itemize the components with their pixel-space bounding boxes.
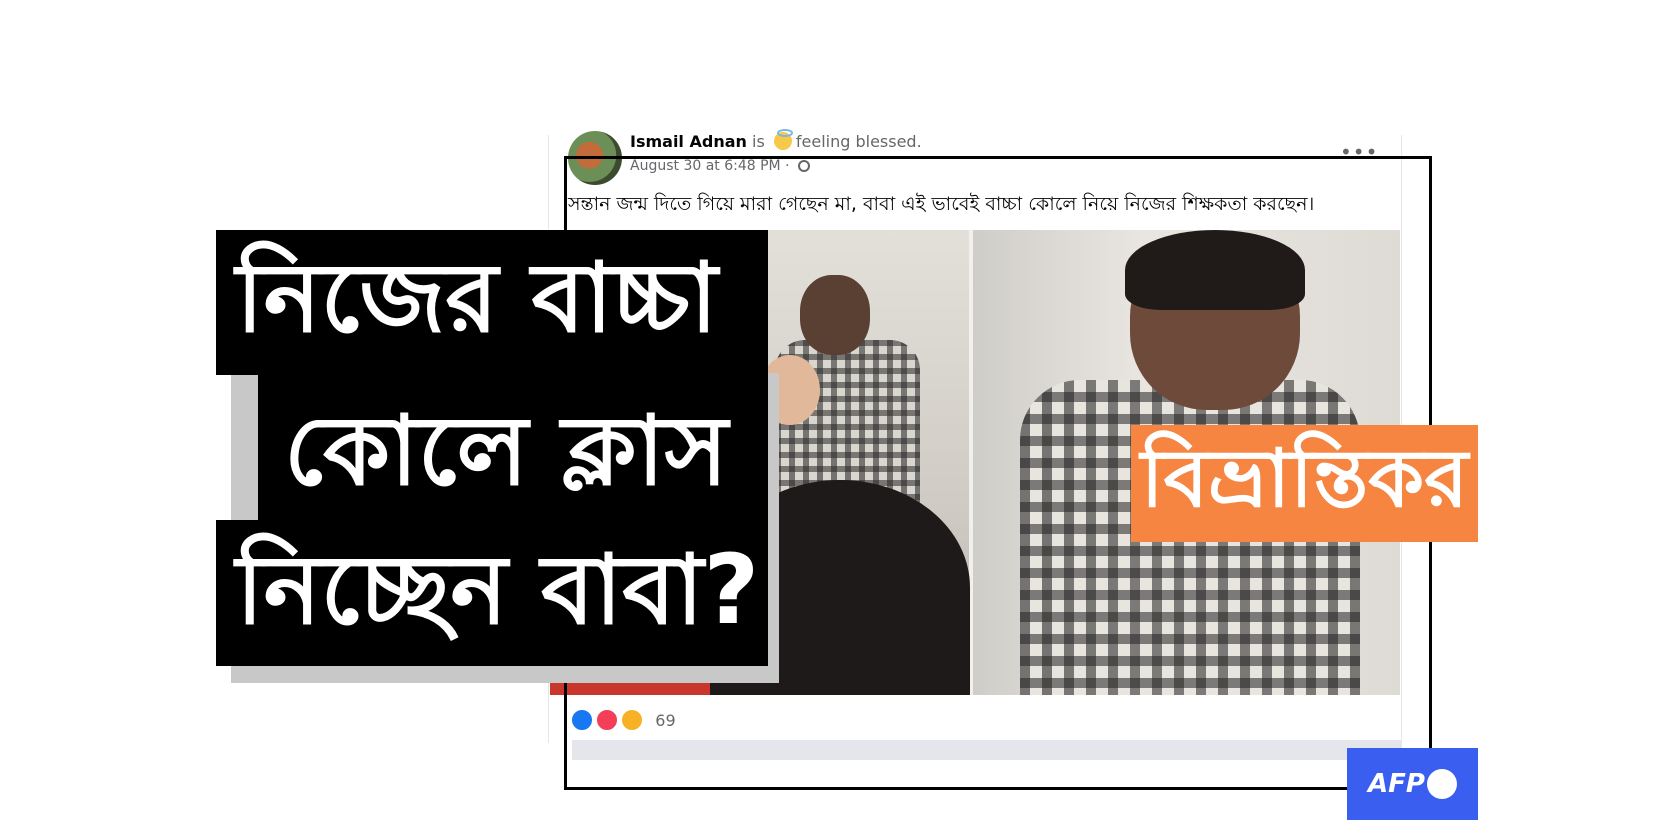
feeling-text: feeling blessed. [795, 132, 922, 151]
headline-line-2: কোলে ক্লাস [284, 395, 728, 507]
afp-logo-dot [1426, 769, 1457, 799]
post-text: সন্তান জন্ম দিতে গিয়ে মারা গেছেন মা, বা… [568, 193, 1315, 215]
man-right-hair [1125, 230, 1305, 310]
reactions-bar[interactable]: 69 [570, 708, 676, 732]
reaction-count: 69 [655, 710, 676, 730]
more-icon[interactable]: ••• [1340, 140, 1378, 164]
author-is-text: is [752, 132, 765, 151]
post-timestamp[interactable]: August 30 at 6:48 PM · [630, 158, 790, 174]
headline-line-1: নিজের বাচ্চা [236, 242, 718, 354]
man-left-head [800, 275, 870, 355]
love-icon [595, 708, 620, 732]
post-footer-bar [572, 740, 1402, 760]
headline-line-3: নিচ্ছেন বাবা? [236, 534, 760, 646]
like-icon [570, 708, 594, 732]
verdict-badge: বিভ্রান্তিকর [1131, 425, 1478, 542]
author-name[interactable]: Ismail Adnan [630, 132, 747, 151]
feeling-emoji-icon [773, 129, 793, 150]
sad-icon [620, 708, 645, 732]
post-meta: August 30 at 6:48 PM · [630, 158, 810, 174]
post-author-line: Ismail Adnan is feeling blessed. [630, 129, 922, 151]
globe-icon [798, 160, 810, 172]
avatar[interactable] [568, 131, 622, 185]
afp-logo: AFP [1347, 748, 1478, 820]
afp-logo-text: AFP [1368, 769, 1425, 799]
